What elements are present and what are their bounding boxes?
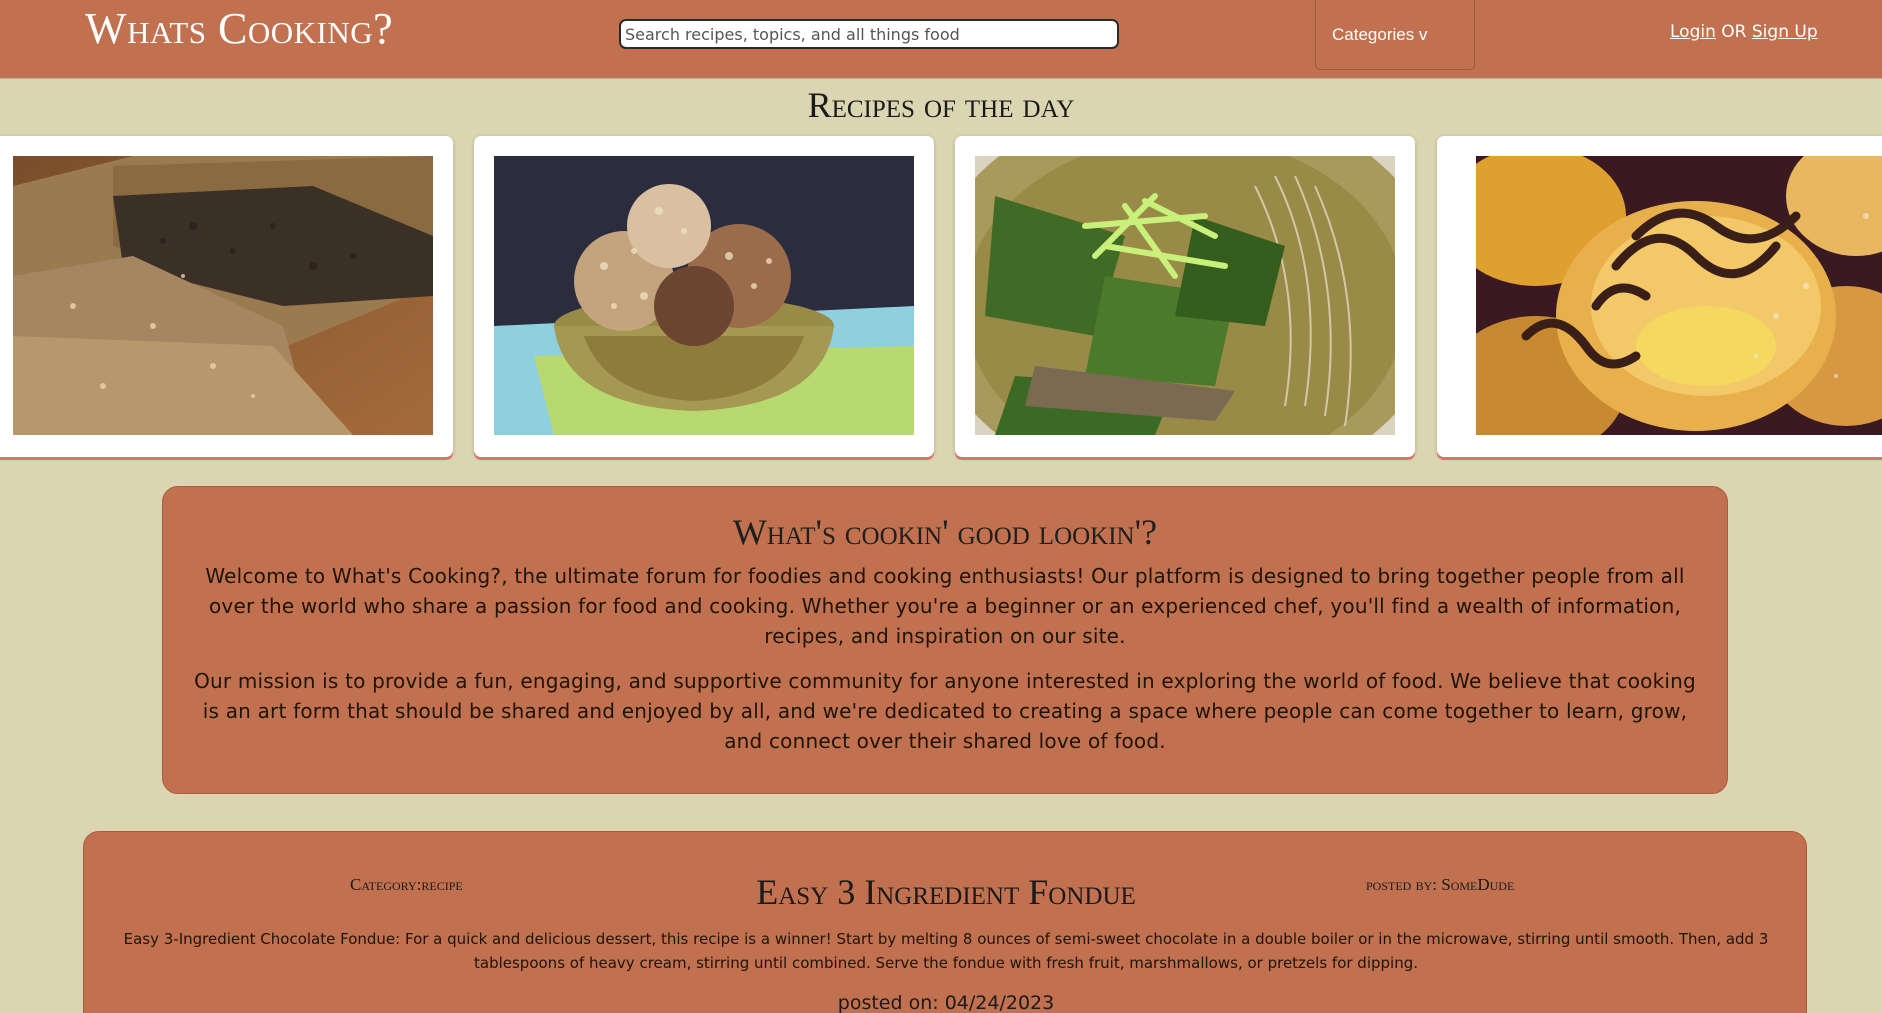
or-separator: OR [1721, 22, 1747, 42]
recipe-card-1[interactable] [0, 136, 453, 457]
noodle-soup-photo[interactable] [975, 156, 1395, 435]
post-author[interactable]: posted by: SomeDude [1366, 875, 1514, 895]
recipe-card-2[interactable] [474, 136, 934, 457]
recipe-card-4[interactable] [1437, 136, 1882, 457]
site-logo[interactable]: Whats Cooking? [85, 3, 393, 54]
recipe-card-3[interactable] [955, 136, 1415, 457]
post-date: posted on: 04/24/2023 [837, 992, 1055, 1013]
site-header: Whats Cooking? Categories v Login OR Sig… [0, 0, 1882, 79]
search-input[interactable] [619, 19, 1119, 49]
seeded-bread-photo[interactable] [13, 156, 433, 435]
recipes-of-day-title: Recipes of the day [807, 85, 1075, 125]
cream-puffs-photo[interactable] [1476, 156, 1882, 435]
about-heading: What's cookin' good lookin'? [732, 512, 1158, 552]
about-paragraph-mission: Our mission is to provide a fun, engagin… [194, 669, 1696, 753]
login-link[interactable]: Login [1670, 22, 1716, 42]
about-paragraph-welcome: Welcome to What's Cooking?, the ultimate… [205, 564, 1685, 648]
post-body: Easy 3-Ingredient Chocolate Fondue: For … [123, 930, 1769, 972]
about-section: What's cookin' good lookin'? Welcome to … [162, 486, 1728, 794]
auth-links: Login OR Sign Up [1670, 22, 1818, 42]
energy-balls-photo[interactable] [494, 156, 914, 435]
categories-dropdown-button[interactable]: Categories v [1315, 0, 1475, 70]
signup-link[interactable]: Sign Up [1752, 22, 1818, 42]
post-title[interactable]: Easy 3 Ingredient Fondue [84, 871, 1808, 913]
post-card[interactable]: Category:recipe Easy 3 Ingredient Fondue… [83, 831, 1807, 1013]
